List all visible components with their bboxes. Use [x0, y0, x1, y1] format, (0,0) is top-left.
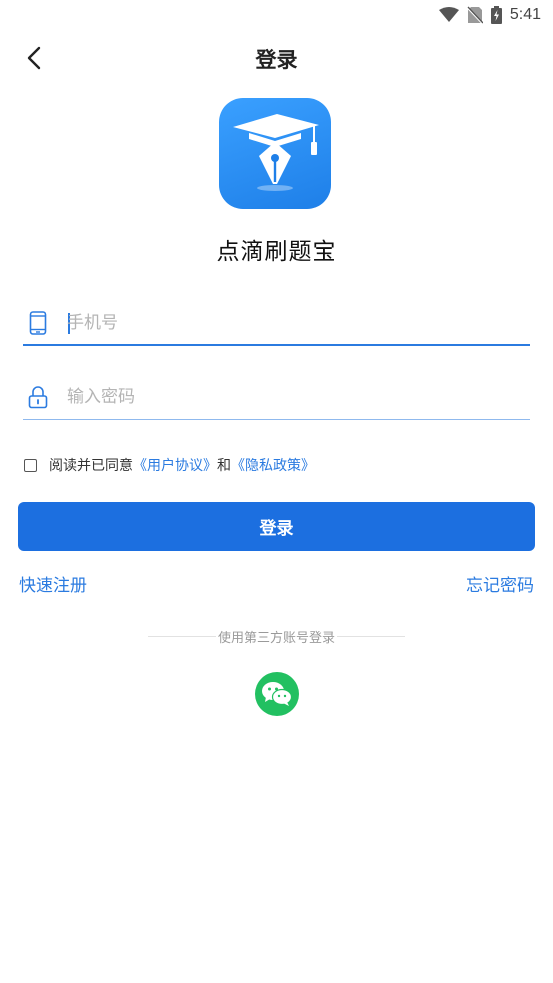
graduation-cap-pen-icon: [233, 114, 319, 191]
agreement-row: 阅读并已同意 《用户协议》 和 《隐私政策》: [24, 454, 315, 476]
phone-input[interactable]: [67, 306, 517, 340]
agreement-checkbox[interactable]: [24, 458, 37, 472]
third-party-label: 使用第三方账号登录: [218, 630, 336, 646]
divider-line-right: [337, 635, 406, 637]
no-sim-icon: [466, 6, 483, 24]
wechat-icon: [262, 682, 293, 706]
password-input[interactable]: [67, 380, 517, 414]
agreement-and: 和: [217, 458, 231, 474]
agreement-prefix: 阅读并已同意: [49, 458, 133, 474]
third-party-divider: 使用第三方账号登录: [148, 624, 406, 648]
divider-line-left: [148, 635, 216, 637]
user-agreement-link[interactable]: 《用户协议》: [133, 455, 217, 475]
forgot-password-link[interactable]: 忘记密码: [466, 571, 534, 596]
page-title: 登录: [255, 48, 298, 72]
app-logo: [219, 98, 331, 209]
login-button[interactable]: 登录: [18, 502, 535, 551]
status-icons: 5:41: [438, 5, 541, 25]
register-link[interactable]: 快速注册: [19, 571, 87, 596]
mobile-phone-icon: [25, 310, 51, 336]
status-time: 5:41: [509, 6, 541, 23]
wechat-login-button[interactable]: [255, 672, 299, 716]
battery-charging-icon: [490, 6, 502, 24]
wifi-icon: [438, 7, 459, 23]
lock-icon: [25, 384, 51, 410]
phone-field-wrapper: [23, 300, 530, 346]
app-name: 点滴刷题宝: [216, 239, 337, 265]
nav-bar: 登录: [0, 36, 553, 80]
status-bar: 5:41: [0, 0, 553, 30]
privacy-policy-link[interactable]: 《隐私政策》: [231, 455, 315, 475]
password-field-wrapper: [23, 374, 530, 420]
